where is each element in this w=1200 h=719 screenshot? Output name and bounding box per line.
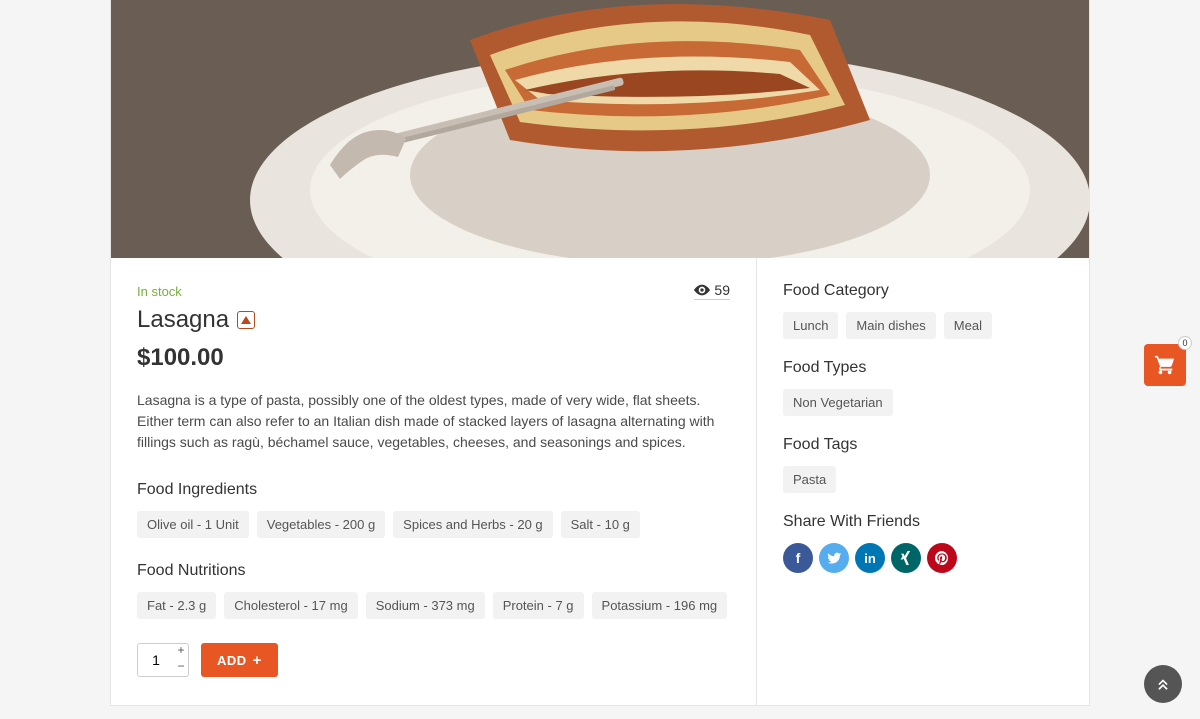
- quantity-increment-button[interactable]: +: [174, 644, 188, 660]
- view-count-value: 59: [714, 282, 730, 298]
- nutrition-tag: Fat - 2.3 g: [137, 592, 216, 619]
- share-twitter-button[interactable]: [819, 543, 849, 573]
- ingredient-tag: Vegetables - 200 g: [257, 511, 385, 538]
- floating-cart-button[interactable]: 0: [1144, 344, 1186, 386]
- scroll-to-top-button[interactable]: [1144, 665, 1182, 703]
- product-page: In stock 59 Lasagna $100.00 Lasagna is a…: [110, 0, 1090, 706]
- non-veg-badge-icon: [237, 311, 255, 329]
- share-xing-button[interactable]: [891, 543, 921, 573]
- chevron-up-icon: [1156, 677, 1170, 691]
- stock-status: In stock: [137, 284, 182, 299]
- nutrition-tag: Sodium - 373 mg: [366, 592, 485, 619]
- ingredients-list: Olive oil - 1 Unit Vegetables - 200 g Sp…: [137, 511, 730, 538]
- share-facebook-button[interactable]: f: [783, 543, 813, 573]
- share-linkedin-button[interactable]: in: [855, 543, 885, 573]
- cart-count-badge: 0: [1178, 336, 1192, 350]
- share-pinterest-button[interactable]: [927, 543, 957, 573]
- product-price: $100.00: [137, 344, 730, 372]
- food-category-heading: Food Category: [783, 282, 1063, 300]
- xing-icon: [899, 551, 913, 565]
- category-tag[interactable]: Main dishes: [846, 312, 935, 339]
- ingredient-tag: Spices and Herbs - 20 g: [393, 511, 552, 538]
- add-button-label: ADD: [217, 653, 247, 668]
- category-tag[interactable]: Meal: [944, 312, 992, 339]
- product-description: Lasagna is a type of pasta, possibly one…: [137, 390, 730, 453]
- ingredient-tag: Salt - 10 g: [561, 511, 640, 538]
- nutrition-tag: Protein - 7 g: [493, 592, 584, 619]
- type-tag[interactable]: Non Vegetarian: [783, 389, 893, 416]
- ingredients-heading: Food Ingredients: [137, 481, 730, 499]
- eye-icon: [694, 284, 710, 296]
- nutrition-tag: Potassium - 196 mg: [592, 592, 728, 619]
- quantity-stepper[interactable]: + −: [137, 643, 189, 677]
- nutritions-list: Fat - 2.3 g Cholesterol - 17 mg Sodium -…: [137, 592, 730, 619]
- ingredient-tag: Olive oil - 1 Unit: [137, 511, 249, 538]
- view-counter: 59: [694, 282, 730, 300]
- food-tag[interactable]: Pasta: [783, 466, 836, 493]
- category-tag[interactable]: Lunch: [783, 312, 838, 339]
- product-title: Lasagna: [137, 306, 229, 334]
- cart-icon: [1154, 354, 1176, 376]
- add-to-cart-button[interactable]: ADD +: [201, 643, 278, 677]
- share-heading: Share With Friends: [783, 513, 1063, 531]
- sidebar: Food Category Lunch Main dishes Meal Foo…: [757, 258, 1089, 705]
- product-hero-image: [111, 0, 1089, 258]
- quantity-input[interactable]: [138, 644, 174, 676]
- main-column: In stock 59 Lasagna $100.00 Lasagna is a…: [111, 258, 757, 705]
- quantity-decrement-button[interactable]: −: [174, 660, 188, 676]
- pinterest-icon: [935, 551, 949, 565]
- food-types-heading: Food Types: [783, 359, 1063, 377]
- food-tags-heading: Food Tags: [783, 436, 1063, 454]
- nutritions-heading: Food Nutritions: [137, 562, 730, 580]
- plus-icon: +: [253, 652, 262, 669]
- twitter-icon: [827, 551, 842, 566]
- nutrition-tag: Cholesterol - 17 mg: [224, 592, 357, 619]
